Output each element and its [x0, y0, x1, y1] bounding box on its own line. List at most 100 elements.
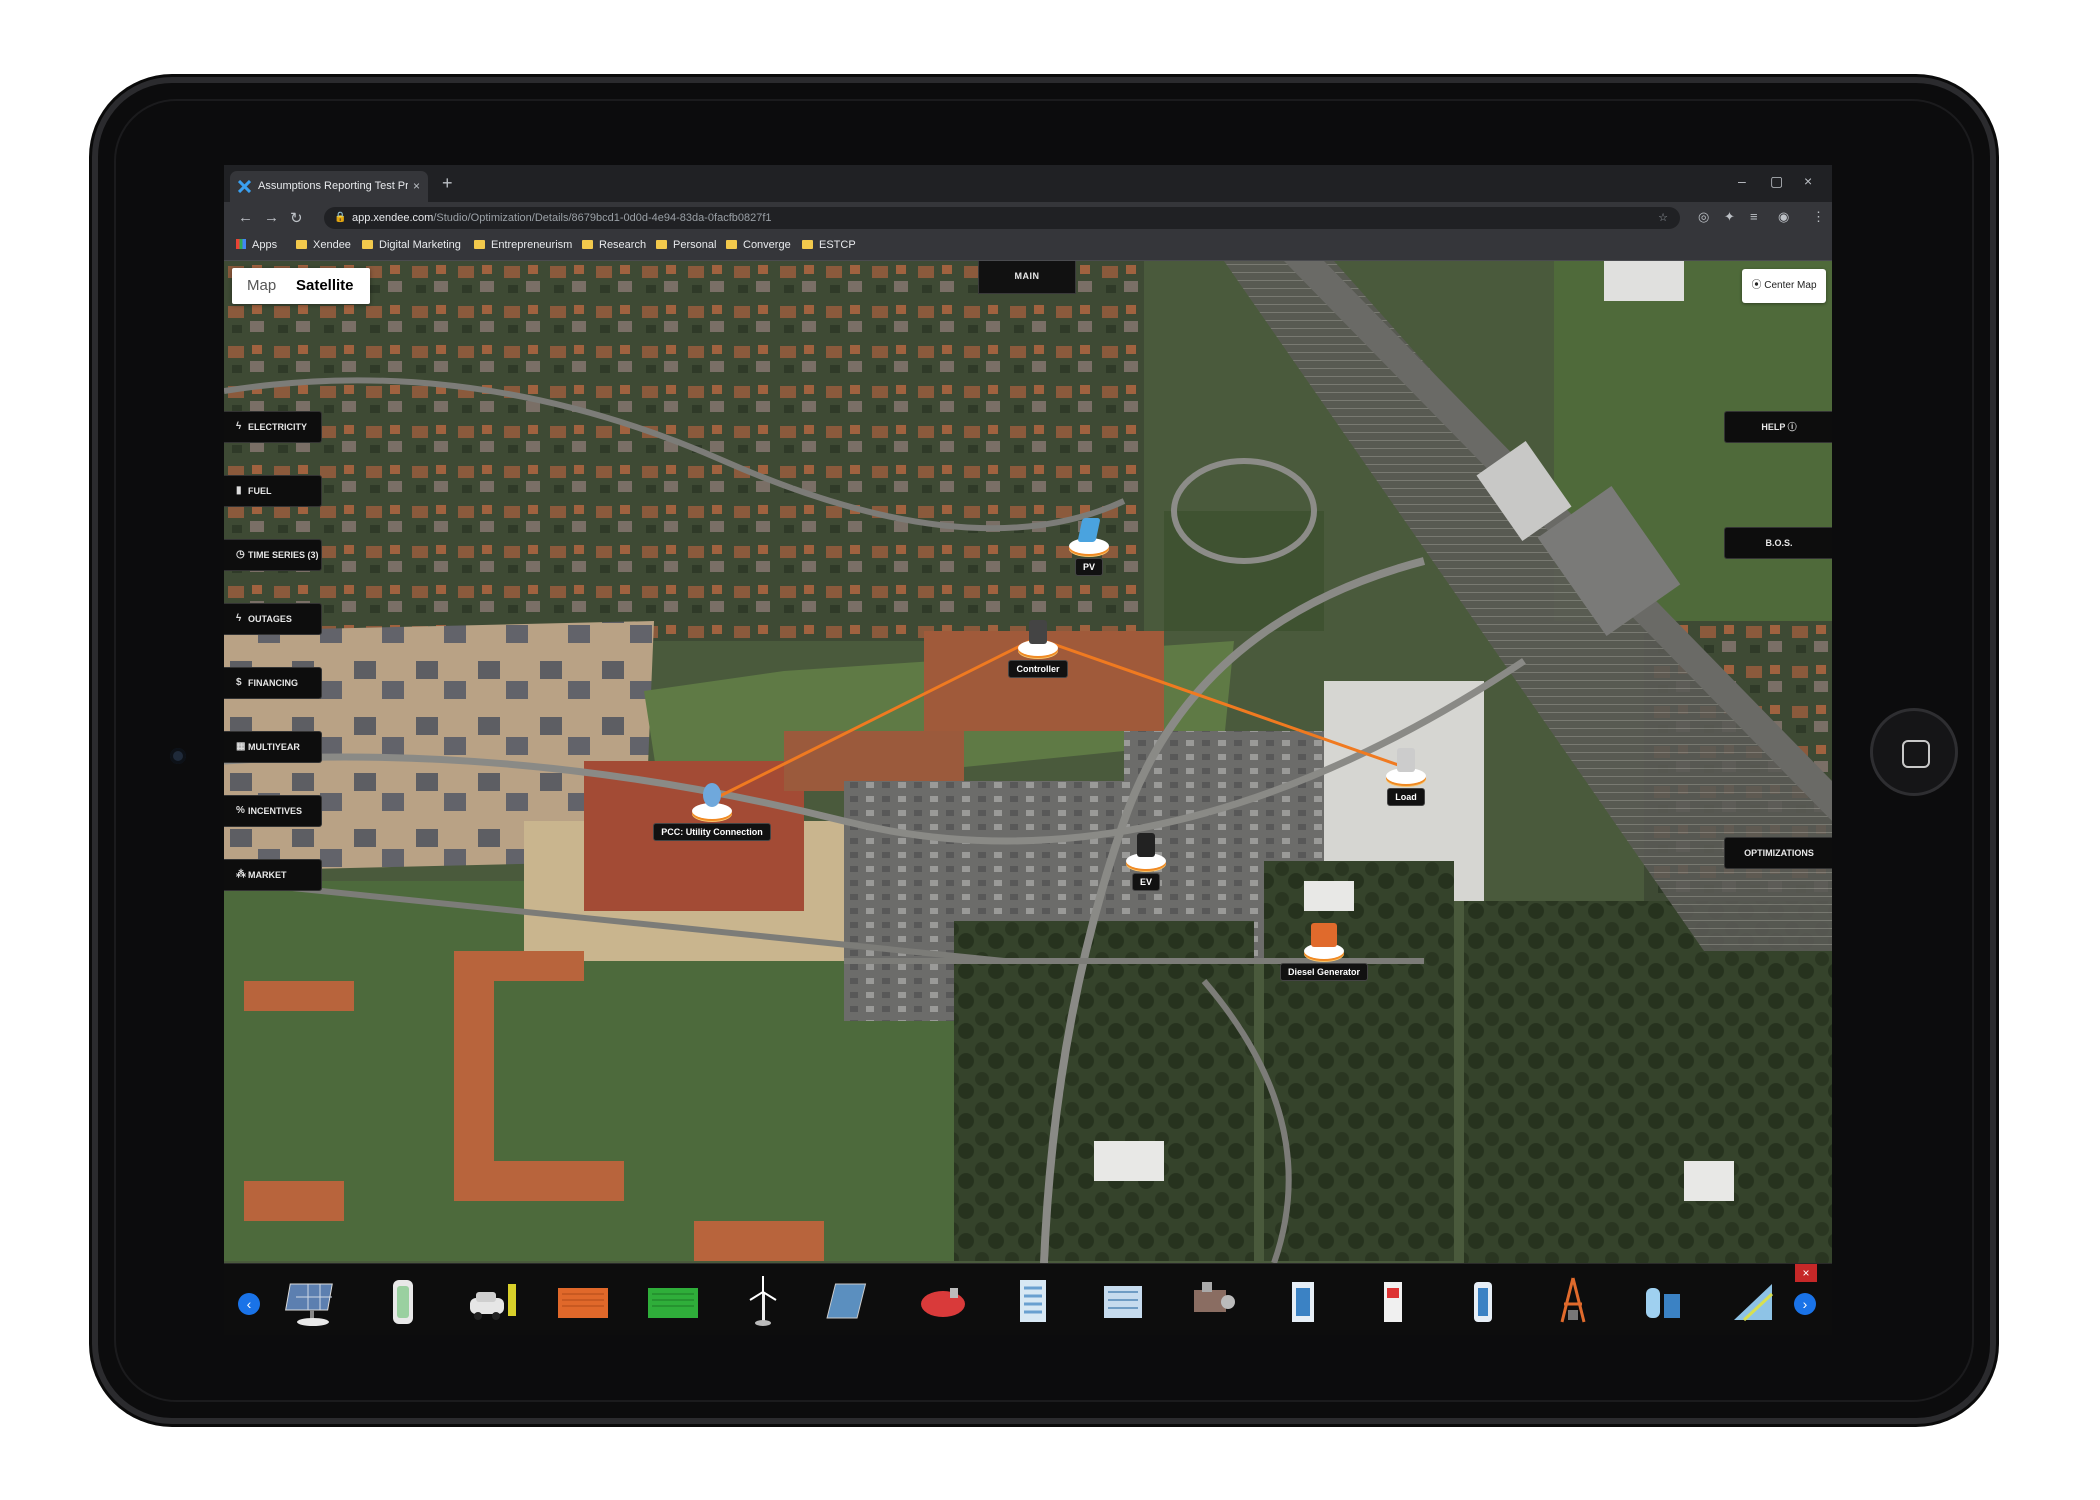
gas-generator-icon[interactable]: [644, 1274, 702, 1330]
map-type-map-button[interactable]: Map: [247, 268, 276, 304]
bookmarks-bar: Apps Xendee Digital Marketing Entreprene…: [224, 234, 1832, 261]
node-label: Diesel Generator: [1279, 963, 1369, 981]
menu-help[interactable]: HELP ⓘ: [1724, 411, 1832, 443]
node-controller[interactable]: Controller: [988, 618, 1088, 678]
fuel-cell-icon[interactable]: [1274, 1274, 1332, 1330]
scroll-right-button[interactable]: ›: [1794, 1293, 1816, 1315]
bookmark-research[interactable]: Research: [582, 239, 646, 251]
ev-charger-icon[interactable]: [464, 1274, 522, 1330]
puzzle-icon[interactable]: ✦: [1724, 209, 1735, 225]
node-diesel-generator[interactable]: Diesel Generator: [1264, 921, 1384, 981]
solar-panel-icon[interactable]: [284, 1274, 342, 1330]
component-toolbar: ‹ × ›: [224, 1263, 1832, 1335]
lock-icon: 🔒: [334, 212, 347, 223]
main-button[interactable]: MAIN: [978, 261, 1076, 294]
extension-icon[interactable]: ◎: [1698, 209, 1709, 225]
tab-close-icon[interactable]: ×: [413, 171, 420, 202]
tab-title: Assumptions Reporting Test Proj: [258, 180, 408, 192]
bookmark-xendee[interactable]: Xendee: [296, 239, 351, 251]
folder-icon: [802, 240, 813, 249]
forward-arrow-icon[interactable]: →: [264, 209, 279, 226]
solar-thermal-icon[interactable]: [824, 1274, 882, 1330]
back-arrow-icon[interactable]: ←: [238, 209, 253, 226]
dollar-icon: $: [236, 677, 242, 688]
apps-icon: [236, 239, 246, 249]
folder-icon: [474, 240, 485, 249]
wind-turbine-icon[interactable]: [734, 1274, 792, 1330]
star-icon[interactable]: ☆: [1658, 207, 1668, 229]
bookmark-digital-marketing[interactable]: Digital Marketing: [362, 239, 461, 251]
map-type-satellite-button[interactable]: Satellite: [296, 268, 354, 304]
camera-icon: [170, 748, 186, 764]
menu-market[interactable]: ⁂ MARKET: [224, 859, 322, 891]
menu-icon[interactable]: ⋮: [1812, 209, 1825, 225]
heat-pump-icon[interactable]: [1364, 1274, 1422, 1330]
diesel-generator-icon[interactable]: [554, 1274, 612, 1330]
url-host: app.xendee.com: [352, 212, 434, 224]
ev-charger-icon: [1137, 833, 1155, 857]
node-ev[interactable]: EV: [1096, 831, 1196, 891]
target-icon: ⦿: [1751, 280, 1762, 291]
xendee-favicon-icon: [238, 180, 251, 193]
substation-icon[interactable]: [1724, 1274, 1782, 1330]
bookmark-converge[interactable]: Converge: [726, 239, 791, 251]
node-pv[interactable]: PV: [1039, 516, 1139, 576]
hydrogen-tank-icon[interactable]: [1634, 1274, 1692, 1330]
url-path: /Studio/Optimization/Details/8679bcd1-0d…: [433, 212, 772, 224]
center-map-button[interactable]: ⦿ Center Map: [1742, 269, 1826, 303]
home-button[interactable]: [1870, 708, 1958, 796]
building-icon: [1397, 748, 1415, 772]
folder-icon: [362, 240, 373, 249]
menu-incentives[interactable]: % INCENTIVES: [224, 795, 322, 827]
menu-bos[interactable]: B.O.S.: [1724, 527, 1832, 559]
diesel-generator-icon: [1311, 923, 1337, 947]
close-toolbar-button[interactable]: ×: [1795, 1264, 1817, 1282]
menu-time-series[interactable]: ◷ TIME SERIES (3): [224, 539, 322, 571]
folder-icon: [582, 240, 593, 249]
controller-icon: [1029, 620, 1047, 644]
utility-connection-icon: [703, 783, 721, 807]
browser-tab[interactable]: Assumptions Reporting Test Proj ×: [230, 171, 428, 202]
node-label: Controller: [1008, 660, 1068, 678]
chiller-icon[interactable]: [1094, 1274, 1152, 1330]
reload-icon[interactable]: ↻: [290, 209, 303, 227]
transformer-icon[interactable]: [1544, 1274, 1602, 1330]
menu-electricity[interactable]: ϟ ELECTRICITY: [224, 411, 322, 443]
bookmark-entrepreneurism[interactable]: Entrepreneurism: [474, 239, 572, 251]
boiler-icon[interactable]: [914, 1274, 972, 1330]
close-window-icon[interactable]: ×: [1804, 173, 1812, 189]
menu-multiyear[interactable]: ▦ MULTIYEAR: [224, 731, 322, 763]
battery-icon[interactable]: [374, 1274, 432, 1330]
bolt-icon: ϟ: [236, 421, 242, 432]
electrolyzer-icon[interactable]: [1454, 1274, 1512, 1330]
fuel-icon: ▮: [236, 485, 242, 496]
satellite-map[interactable]: Map Satellite MAIN ⦿ Center Map ϟ ELECTRI…: [224, 261, 1832, 1263]
clock-icon: ◷: [236, 549, 245, 560]
new-tab-button[interactable]: +: [442, 173, 453, 193]
market-icon: ⁂: [236, 869, 246, 880]
menu-fuel[interactable]: ▮ FUEL: [224, 475, 322, 507]
building-icon[interactable]: [1004, 1274, 1062, 1330]
folder-icon: [726, 240, 737, 249]
node-load[interactable]: Load: [1356, 746, 1456, 806]
bookmark-personal[interactable]: Personal: [656, 239, 716, 251]
media-icon[interactable]: ≡: [1750, 209, 1758, 224]
chp-engine-icon[interactable]: [1184, 1274, 1242, 1330]
address-bar[interactable]: 🔒 app.xendee.com/Studio/Optimization/Det…: [324, 207, 1680, 229]
bookmark-estcp[interactable]: ESTCP: [802, 239, 856, 251]
menu-outages[interactable]: ϟ OUTAGES: [224, 603, 322, 635]
folder-icon: [296, 240, 307, 249]
bookmark-apps[interactable]: Apps: [236, 239, 277, 251]
folder-icon: [656, 240, 667, 249]
connection-lines: [709, 636, 1405, 803]
node-label: EV: [1131, 873, 1160, 891]
profile-icon[interactable]: ◉: [1778, 209, 1789, 225]
minimize-icon[interactable]: –: [1738, 173, 1746, 189]
maximize-icon[interactable]: ▢: [1770, 173, 1783, 190]
node-pcc-utility-connection[interactable]: PCC: Utility Connection: [637, 781, 787, 841]
node-label: PCC: Utility Connection: [653, 823, 771, 841]
scroll-left-button[interactable]: ‹: [238, 1293, 260, 1315]
menu-financing[interactable]: $ FINANCING: [224, 667, 322, 699]
menu-optimizations[interactable]: OPTIMIZATIONS: [1724, 837, 1832, 869]
browser-toolbar: ← → ↻ 🔒 app.xendee.com/Studio/Optimizati…: [224, 202, 1832, 234]
